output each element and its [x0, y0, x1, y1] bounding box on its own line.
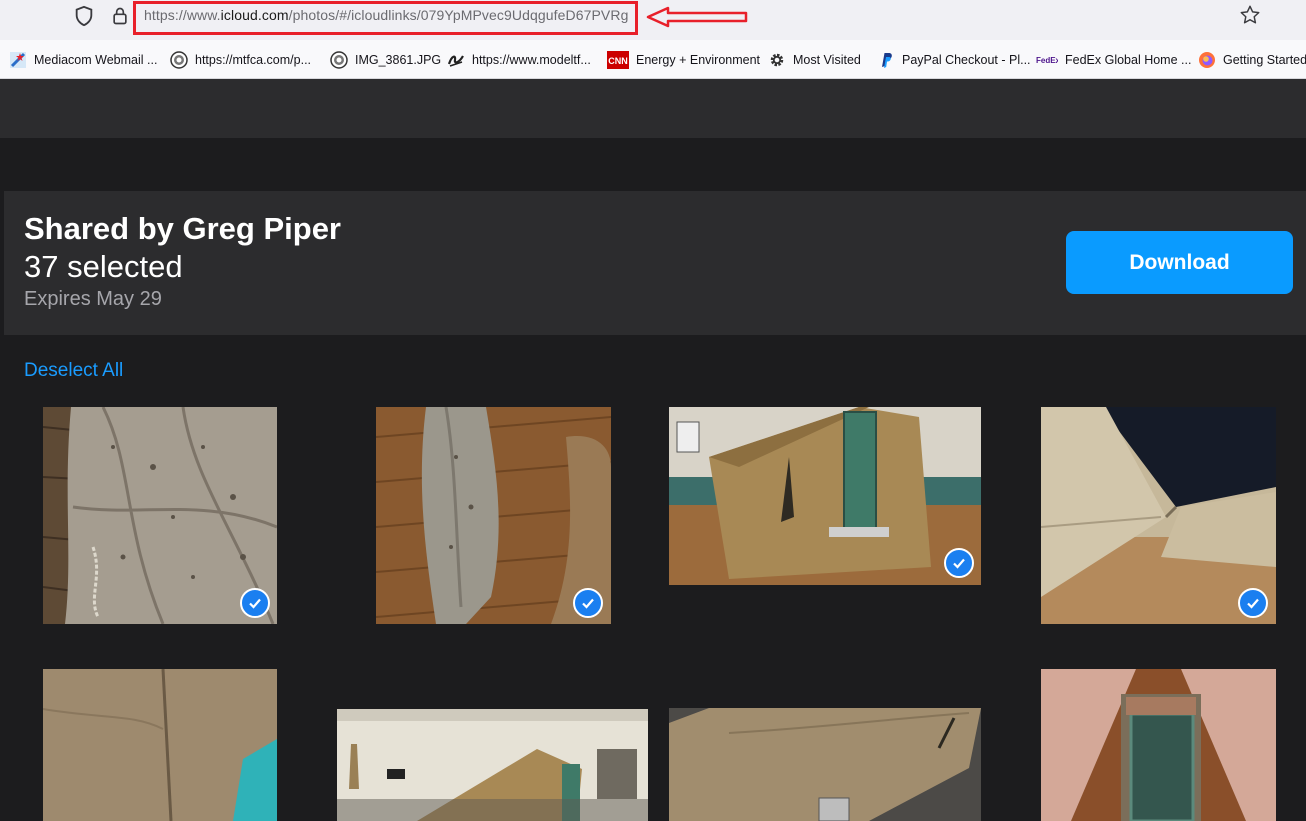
cnn-logo-text: CNN: [608, 56, 628, 66]
photo-image: [43, 407, 277, 624]
selected-check-icon[interactable]: [1238, 588, 1268, 618]
download-button[interactable]: Download: [1066, 231, 1293, 294]
photo-thumbnail[interactable]: [1041, 669, 1276, 821]
url-highlight-annotation: [133, 1, 638, 35]
red-arrow-annotation-icon: [646, 6, 748, 28]
bookmark-mediacom[interactable]: Mediacom Webmail ...: [9, 50, 157, 70]
photo-image: [669, 708, 981, 821]
photo-image: [669, 407, 981, 585]
bookmark-star-icon[interactable]: [1239, 4, 1261, 26]
bookmark-label: Getting Started: [1223, 53, 1306, 67]
fedex-icon: FedEx: [1036, 56, 1058, 65]
site-seal-icon: [170, 51, 188, 69]
gear-icon: [770, 53, 784, 67]
tracking-protection-shield-icon[interactable]: [73, 5, 95, 27]
paypal-icon: [882, 53, 892, 68]
photo-thumbnail[interactable]: [43, 407, 277, 624]
app-top-bar: [0, 79, 1306, 138]
photo-thumbnail[interactable]: [43, 669, 277, 821]
bookmark-label: Mediacom Webmail ...: [34, 53, 158, 67]
photo-image: [1041, 407, 1276, 624]
photo-thumbnail[interactable]: [376, 407, 611, 624]
site-seal-icon: [330, 51, 348, 69]
mediacom-icon: [10, 52, 26, 68]
expiry-text: Expires May 29: [24, 288, 162, 310]
photo-thumbnail[interactable]: [337, 709, 648, 821]
selected-count: 37 selected: [24, 249, 183, 284]
bookmark-fedex[interactable]: FedEx FedEx Global Home ...: [1036, 50, 1191, 70]
photo-thumbnail[interactable]: [669, 708, 981, 821]
bookmark-cnn[interactable]: CNN Energy + Environment: [607, 50, 760, 70]
photo-thumbnail[interactable]: [669, 407, 981, 585]
fedex-logo-text: FedEx: [1036, 56, 1058, 65]
bookmark-label: Energy + Environment: [636, 53, 761, 67]
bookmark-label: https://www.modeltf...: [472, 53, 591, 67]
photo-image: [337, 709, 648, 821]
browser-toolbar: https://www.icloud.com/photos/#/icloudli…: [0, 0, 1306, 40]
firefox-icon: [1199, 52, 1215, 68]
photo-image: [376, 407, 611, 624]
bookmark-label: PayPal Checkout - Pl...: [902, 53, 1031, 67]
photo-thumbnail[interactable]: [1041, 407, 1276, 624]
selected-check-icon[interactable]: [240, 588, 270, 618]
bookmark-getting-started[interactable]: Getting Started: [1198, 50, 1306, 70]
photo-image: [1041, 669, 1276, 821]
bookmark-mtfca[interactable]: https://mtfca.com/p...: [170, 50, 311, 70]
bookmark-paypal[interactable]: PayPal Checkout - Pl...: [877, 50, 1031, 70]
bookmark-label: https://mtfca.com/p...: [195, 53, 312, 67]
photo-image: [43, 669, 277, 821]
script-logo-icon: [447, 55, 464, 67]
cnn-icon: CNN: [607, 51, 629, 69]
selected-check-icon[interactable]: [573, 588, 603, 618]
bookmark-label: IMG_3861.JPG: [355, 53, 442, 67]
bookmark-most-visited[interactable]: Most Visited: [768, 50, 861, 70]
lock-icon[interactable]: [110, 5, 130, 27]
bookmark-label: FedEx Global Home ...: [1065, 53, 1192, 67]
bookmarks-toolbar: Mediacom Webmail ... https://mtfca.com/p…: [0, 40, 1306, 79]
bookmark-label: Most Visited: [793, 53, 861, 67]
deselect-all-link[interactable]: Deselect All: [24, 360, 123, 382]
selected-check-icon[interactable]: [944, 548, 974, 578]
bookmark-img[interactable]: IMG_3861.JPG: [330, 50, 441, 70]
shared-by-title: Shared by Greg Piper: [24, 211, 341, 246]
bookmark-modelt[interactable]: https://www.modeltf...: [447, 50, 591, 70]
shared-header: Shared by Greg Piper 37 selected Expires…: [4, 191, 1306, 335]
